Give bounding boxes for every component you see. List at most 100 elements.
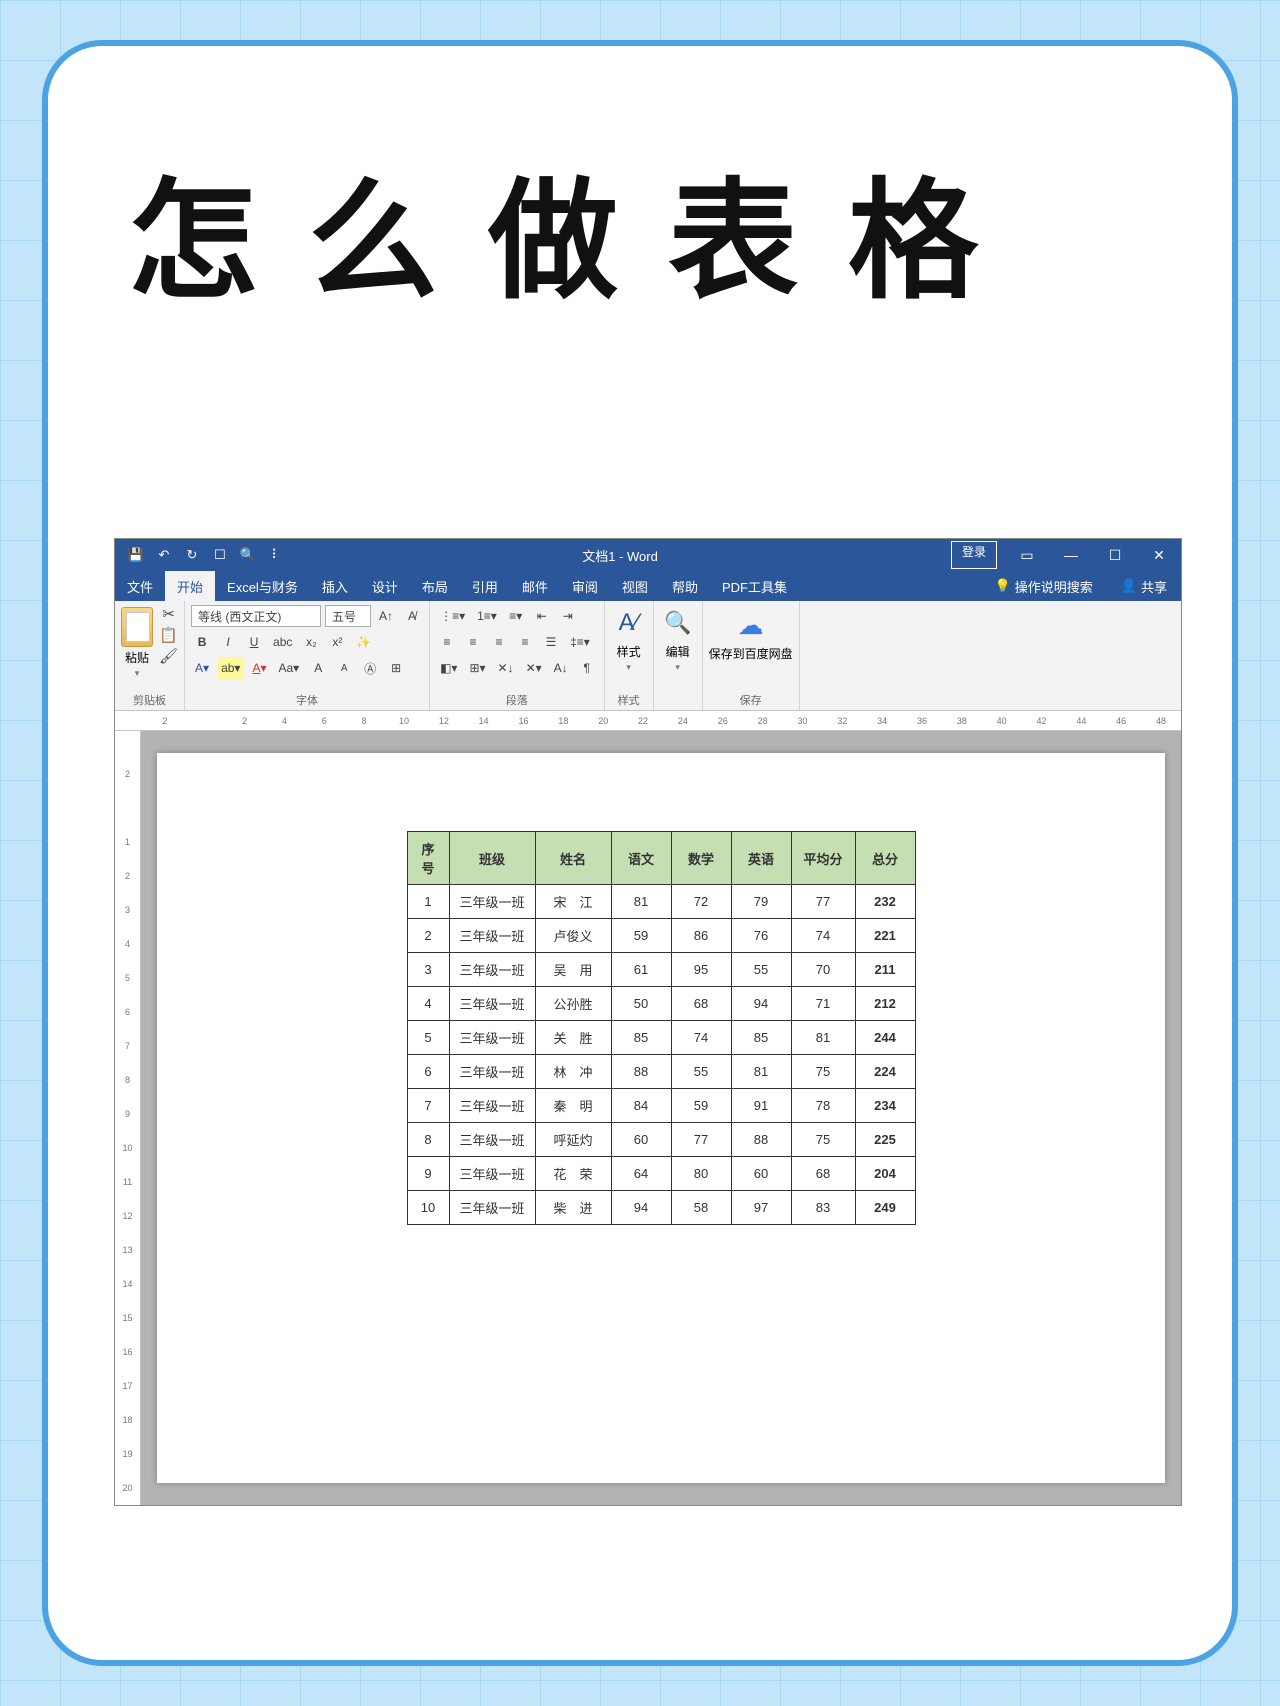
table-cell[interactable]: 三年级一班 [449, 1157, 535, 1191]
table-cell[interactable]: 4 [407, 987, 449, 1021]
char-border-button[interactable]: ⊞ [385, 657, 407, 679]
table-header-cell[interactable]: 姓名 [535, 832, 611, 885]
sort-button[interactable]: ✕↓ [494, 657, 518, 679]
table-cell[interactable]: 花 荣 [535, 1157, 611, 1191]
tell-me-search[interactable]: 💡操作说明搜索 [981, 571, 1107, 601]
table-cell[interactable]: 60 [611, 1123, 671, 1157]
table-cell[interactable]: 224 [855, 1055, 915, 1089]
table-cell[interactable]: 74 [671, 1021, 731, 1055]
table-cell[interactable]: 81 [611, 885, 671, 919]
table-cell[interactable]: 7 [407, 1089, 449, 1123]
tab-file[interactable]: 文件 [115, 571, 165, 601]
table-cell[interactable]: 85 [731, 1021, 791, 1055]
tab-pdf[interactable]: PDF工具集 [710, 571, 799, 601]
login-button[interactable]: 登录 [951, 541, 997, 569]
table-header-cell[interactable]: 数学 [671, 832, 731, 885]
table-cell[interactable]: 3 [407, 953, 449, 987]
table-cell[interactable]: 204 [855, 1157, 915, 1191]
table-cell[interactable]: 吴 用 [535, 953, 611, 987]
qat-undo-button[interactable]: ↶ [151, 543, 177, 567]
distribute-button[interactable]: ☰ [540, 631, 562, 653]
table-row[interactable]: 1三年级一班宋 江81727977232 [407, 885, 915, 919]
align-right-button[interactable]: ≡ [488, 631, 510, 653]
table-cell[interactable]: 公孙胜 [535, 987, 611, 1021]
table-cell[interactable]: 212 [855, 987, 915, 1021]
clear-format-button[interactable]: A̸ [401, 605, 423, 627]
table-cell[interactable]: 2 [407, 919, 449, 953]
table-cell[interactable]: 91 [731, 1089, 791, 1123]
tab-help[interactable]: 帮助 [660, 571, 710, 601]
table-cell[interactable]: 50 [611, 987, 671, 1021]
table-header-cell[interactable]: 序号 [407, 832, 449, 885]
increase-indent-button[interactable]: ⇥ [557, 605, 579, 627]
qat-more-button[interactable]: ⠇ [263, 543, 289, 567]
font-color-a-button[interactable]: A▾ [191, 657, 213, 679]
table-cell[interactable]: 卢俊义 [535, 919, 611, 953]
table-row[interactable]: 9三年级一班花 荣64806068204 [407, 1157, 915, 1191]
vertical-ruler[interactable]: 21234567891011121314151617181920 [115, 731, 141, 1505]
highlight-button[interactable]: ab▾ [217, 657, 244, 679]
table-header-cell[interactable]: 语文 [611, 832, 671, 885]
table-cell[interactable]: 97 [731, 1191, 791, 1225]
table-cell[interactable]: 5 [407, 1021, 449, 1055]
italic-button[interactable]: I [217, 631, 239, 653]
table-row[interactable]: 10三年级一班柴 进94589783249 [407, 1191, 915, 1225]
table-cell[interactable]: 55 [671, 1055, 731, 1089]
tab-view[interactable]: 视图 [610, 571, 660, 601]
qat-preview-button[interactable]: 🔍 [235, 543, 261, 567]
horizontal-ruler[interactable]: 2246810121416182022242628303234363840424… [115, 711, 1181, 731]
text-effects-button[interactable]: ✨ [352, 631, 375, 653]
table-cell[interactable]: 柴 进 [535, 1191, 611, 1225]
table-cell[interactable]: 77 [791, 885, 855, 919]
table-cell[interactable]: 76 [731, 919, 791, 953]
font-color-button[interactable]: A▾ [248, 657, 270, 679]
table-cell[interactable]: 71 [791, 987, 855, 1021]
table-cell[interactable]: 234 [855, 1089, 915, 1123]
table-row[interactable]: 6三年级一班林 冲88558175224 [407, 1055, 915, 1089]
table-cell[interactable]: 三年级一班 [449, 953, 535, 987]
table-cell[interactable]: 三年级一班 [449, 919, 535, 953]
shrink-font-button[interactable]: A [333, 657, 355, 679]
table-cell[interactable]: 59 [611, 919, 671, 953]
tab-excel[interactable]: Excel与财务 [215, 571, 310, 601]
table-cell[interactable]: 72 [671, 885, 731, 919]
table-header-cell[interactable]: 总分 [855, 832, 915, 885]
table-cell[interactable]: 244 [855, 1021, 915, 1055]
table-row[interactable]: 7三年级一班秦 明84599178234 [407, 1089, 915, 1123]
table-cell[interactable]: 68 [671, 987, 731, 1021]
table-cell[interactable]: 59 [671, 1089, 731, 1123]
table-cell[interactable]: 60 [731, 1157, 791, 1191]
table-row[interactable]: 2三年级一班卢俊义59867674221 [407, 919, 915, 953]
table-cell[interactable]: 64 [611, 1157, 671, 1191]
tab-review[interactable]: 审阅 [560, 571, 610, 601]
table-row[interactable]: 8三年级一班呼延灼60778875225 [407, 1123, 915, 1157]
maximize-button[interactable]: ☐ [1093, 541, 1137, 569]
table-cell[interactable]: 249 [855, 1191, 915, 1225]
table-cell[interactable]: 84 [611, 1089, 671, 1123]
table-cell[interactable]: 三年级一班 [449, 1089, 535, 1123]
table-cell[interactable]: 225 [855, 1123, 915, 1157]
table-header-cell[interactable]: 班级 [449, 832, 535, 885]
align-left-button[interactable]: ≡ [436, 631, 458, 653]
editing-button[interactable]: 🔍 编辑 ▾ [660, 605, 696, 673]
table-cell[interactable]: 86 [671, 919, 731, 953]
table-cell[interactable]: 232 [855, 885, 915, 919]
table-cell[interactable]: 三年级一班 [449, 885, 535, 919]
table-cell[interactable]: 88 [611, 1055, 671, 1089]
tab-references[interactable]: 引用 [460, 571, 510, 601]
bullets-button[interactable]: ⋮≡▾ [436, 605, 469, 627]
multilevel-button[interactable]: ≡▾ [505, 605, 527, 627]
font-size-combo[interactable]: 五号 [325, 605, 371, 627]
table-cell[interactable]: 1 [407, 885, 449, 919]
qat-redo-button[interactable]: ↻ [179, 543, 205, 567]
table-cell[interactable]: 94 [611, 1191, 671, 1225]
table-cell[interactable]: 三年级一班 [449, 987, 535, 1021]
subscript-button[interactable]: x₂ [300, 631, 322, 653]
bold-button[interactable]: B [191, 631, 213, 653]
ribbon-display-button[interactable]: ▭ [1005, 541, 1049, 569]
table-cell[interactable]: 宋 江 [535, 885, 611, 919]
table-cell[interactable]: 221 [855, 919, 915, 953]
table-cell[interactable]: 77 [671, 1123, 731, 1157]
font-name-combo[interactable]: 等线 (西文正文) [191, 605, 321, 627]
strikethrough-button[interactable]: abc [269, 631, 296, 653]
